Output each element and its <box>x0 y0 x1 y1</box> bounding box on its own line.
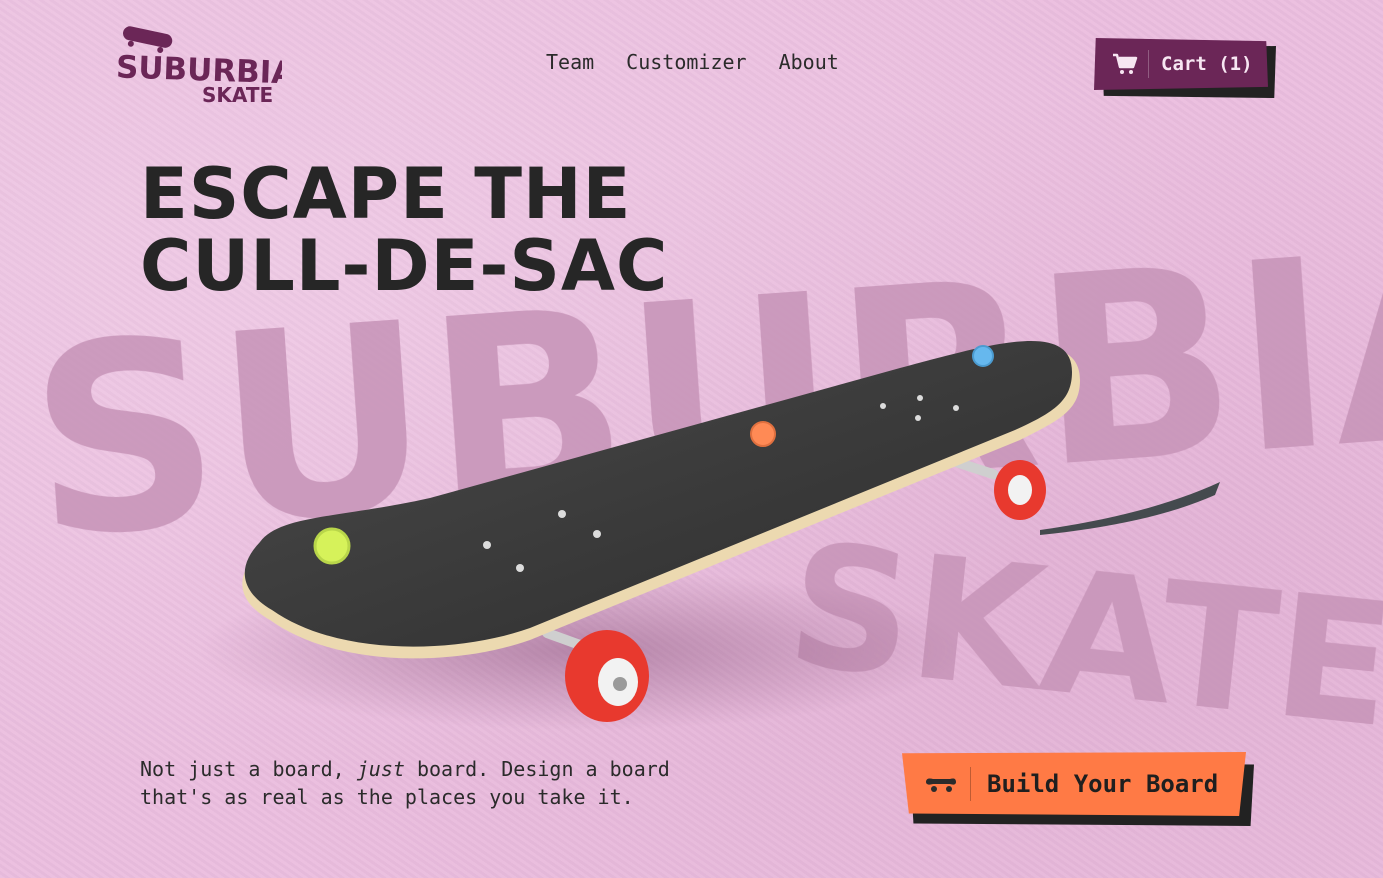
nav-item-about[interactable]: About <box>779 50 839 74</box>
main-nav: Team Customizer About <box>546 50 839 74</box>
hotspot-trucks[interactable] <box>972 345 994 367</box>
cart-button[interactable]: Cart (1) <box>1094 38 1276 98</box>
tagline-part-1: Not just a board, <box>140 757 357 781</box>
cart-icon <box>1113 53 1138 74</box>
logo-sub-text: SKATE <box>202 83 273 107</box>
nav-item-customizer[interactable]: Customizer <box>626 50 746 74</box>
cart-button-face[interactable]: Cart (1) <box>1094 38 1268 90</box>
headline-line-1: ESCAPE THE <box>140 153 632 235</box>
cart-divider <box>1148 50 1149 78</box>
hero-tagline: Not just a board, just board. Design a b… <box>140 755 700 811</box>
tagline-emphasis: just <box>356 757 405 781</box>
brand-logo[interactable]: SUBURBIA SKATE <box>112 20 296 110</box>
skateboard-3d-model[interactable] <box>200 320 1100 740</box>
build-button-face[interactable]: Build Your Board <box>902 752 1246 816</box>
cart-label: Cart (1) <box>1161 53 1253 75</box>
nav-item-team[interactable]: Team <box>546 50 594 74</box>
hotspot-deck[interactable] <box>750 421 776 447</box>
headline-line-2: CULL-DE-SAC <box>140 225 669 307</box>
build-button-divider <box>970 767 971 801</box>
build-button-label: Build Your Board <box>987 770 1219 798</box>
skateboard-icon <box>926 778 956 792</box>
build-your-board-button[interactable]: Build Your Board <box>902 752 1254 826</box>
logo-graphic: SUBURBIA SKATE <box>115 26 296 107</box>
hero-headline: ESCAPE THE CULL-DE-SAC <box>140 158 668 302</box>
hotspot-wheels[interactable] <box>313 527 351 565</box>
